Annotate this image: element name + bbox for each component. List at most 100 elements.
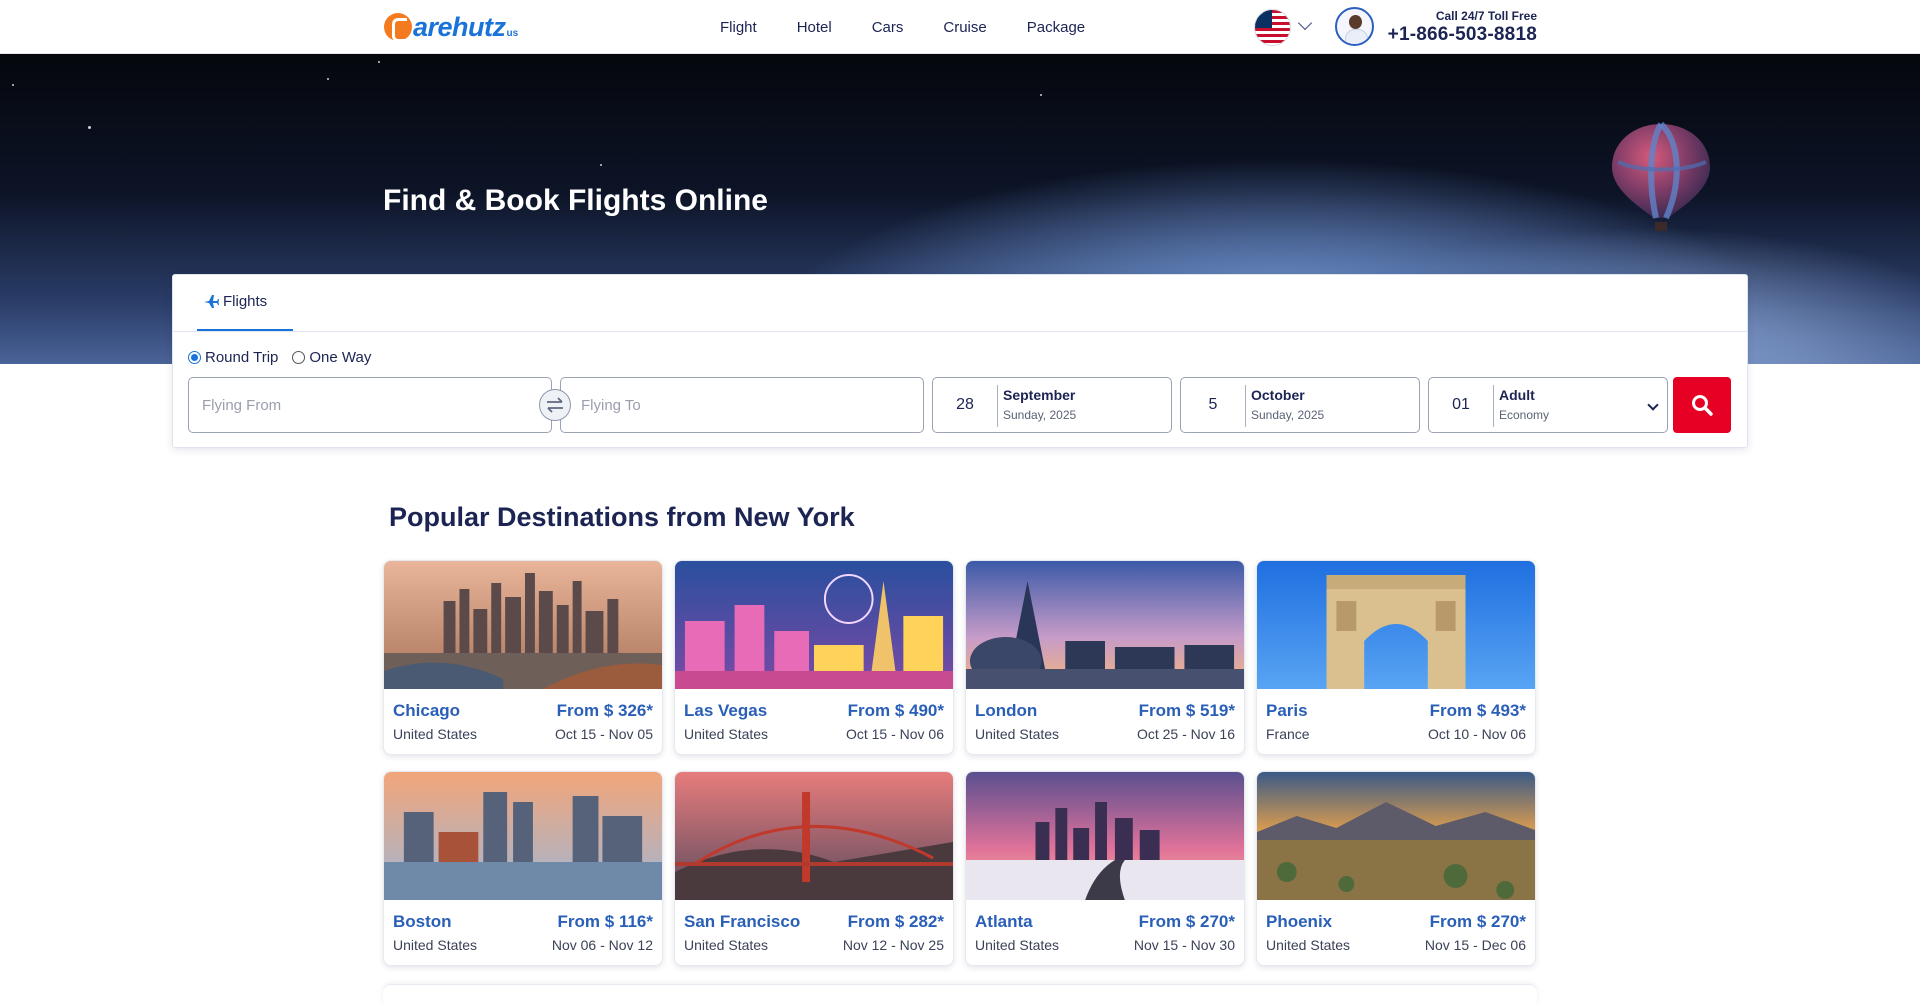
phoenix-desert-image [1257, 772, 1535, 900]
divider [1245, 385, 1246, 427]
destination-card-atlanta[interactable]: Atlanta From $ 270* United States Nov 15… [965, 771, 1245, 966]
travelers-select[interactable]: 01 Adult Economy [1428, 377, 1668, 433]
flying-to-field[interactable] [560, 377, 924, 433]
radio-selected-icon [188, 351, 201, 364]
card-country: United States [684, 726, 769, 742]
logo-text: arehutz [413, 11, 506, 42]
divider [1493, 385, 1494, 427]
card-dates: Oct 25 - Nov 16 [1136, 726, 1235, 742]
section-title: Popular Destinations from New York [389, 502, 855, 532]
call-number-link[interactable]: +1-866-503-8818 [1370, 24, 1537, 46]
site-logo[interactable]: arehutz us [384, 10, 518, 44]
star-decoration [327, 78, 329, 80]
star-decoration [12, 84, 14, 86]
card-city: Atlanta [975, 912, 1033, 931]
destination-card-boston[interactable]: Boston From $ 116* United States Nov 06 … [383, 771, 663, 966]
one-way-label: One Way [309, 349, 372, 366]
star-decoration [378, 61, 380, 63]
card-price: From $ 282* [847, 912, 944, 931]
round-trip-radio[interactable]: Round Trip [188, 349, 278, 366]
nav-flight[interactable]: Flight [700, 19, 777, 36]
card-country: United States [393, 937, 478, 953]
flying-to-input[interactable] [561, 378, 923, 432]
card-dates: Oct 15 - Nov 06 [845, 726, 944, 742]
destination-card-phoenix[interactable]: Phoenix From $ 270* United States Nov 15… [1256, 771, 1536, 966]
destination-card-paris[interactable]: Paris From $ 493* France Oct 10 - Nov 06 [1256, 560, 1536, 755]
hot-air-balloon-icon [1612, 122, 1710, 231]
card-city: Paris [1266, 701, 1308, 720]
star-decoration [600, 164, 602, 166]
destination-card-chicago[interactable]: Chicago From $ 326* United States Oct 15… [383, 560, 663, 755]
card-price: From $ 519* [1138, 701, 1235, 720]
destination-card-las-vegas[interactable]: Las Vegas From $ 490* United States Oct … [674, 560, 954, 755]
logo-suffix: us [506, 27, 519, 39]
depart-day: 28 [956, 396, 974, 413]
card-city: Phoenix [1266, 912, 1333, 931]
card-dates: Nov 15 - Dec 06 [1424, 937, 1526, 953]
search-icon [1692, 395, 1713, 416]
nav-cars[interactable]: Cars [852, 19, 924, 36]
card-dates: Nov 12 - Nov 25 [842, 937, 944, 953]
card-country: United States [975, 937, 1060, 953]
chevron-down-icon[interactable] [1297, 15, 1313, 31]
tab-flights-label: Flights [223, 293, 268, 310]
flying-from-field[interactable] [188, 377, 552, 433]
london-skyline-image [966, 561, 1244, 689]
card-price: From $ 270* [1429, 912, 1526, 931]
chevron-down-icon [1647, 399, 1659, 411]
card-dates: Nov 06 - Nov 12 [551, 937, 653, 953]
nav-package[interactable]: Package [1007, 19, 1105, 36]
hero-title: Find & Book Flights Online [383, 184, 768, 217]
boston-waterfront-image [384, 772, 662, 900]
return-month: October [1251, 387, 1305, 403]
site-header: arehutz us Flight Hotel Cars Cruise Pack… [0, 0, 1920, 54]
nav-hotel[interactable]: Hotel [777, 19, 852, 36]
trip-type-selector: Round Trip One Way [188, 349, 371, 366]
swap-locations-button[interactable] [539, 389, 571, 421]
card-price: From $ 326* [556, 701, 653, 720]
destination-card-san-francisco[interactable]: San Francisco From $ 282* United States … [674, 771, 954, 966]
depart-month: September [1003, 387, 1076, 403]
card-city: Chicago [393, 701, 461, 720]
card-country: France [1266, 726, 1310, 742]
card-country: United States [684, 937, 769, 953]
card-price: From $ 493* [1429, 701, 1526, 720]
next-row-partial [383, 984, 1537, 1004]
call-label: Call 24/7 Toll Free [1435, 9, 1537, 23]
arc-de-triomphe-image [1257, 561, 1535, 689]
support-agent-avatar [1335, 7, 1374, 46]
card-price: From $ 116* [557, 912, 653, 931]
card-country: United States [393, 726, 478, 742]
card-country: United States [975, 726, 1060, 742]
card-price: From $ 490* [847, 701, 944, 720]
atlanta-skyline-image [966, 772, 1244, 900]
star-decoration [1040, 94, 1042, 96]
nav-cruise[interactable]: Cruise [923, 19, 1006, 36]
card-dates: Oct 15 - Nov 05 [554, 726, 653, 742]
card-city: Las Vegas [684, 701, 768, 720]
card-dates: Oct 10 - Nov 06 [1427, 726, 1526, 742]
destination-card-london[interactable]: London From $ 519* United States Oct 25 … [965, 560, 1245, 755]
search-button[interactable] [1673, 377, 1731, 433]
divider [997, 385, 998, 427]
depart-date-field[interactable]: 28 September Sunday, 2025 [932, 377, 1172, 433]
traveler-count: 01 [1452, 396, 1470, 413]
las-vegas-strip-image [675, 561, 953, 689]
return-day: 5 [1208, 396, 1218, 413]
flight-search-panel: Flights Round Trip One Way 28 September … [172, 274, 1748, 448]
return-date-field[interactable]: 5 October Sunday, 2025 [1180, 377, 1420, 433]
chicago-skyline-image [384, 561, 662, 689]
swap-arrows-icon [547, 397, 563, 413]
card-dates: Nov 15 - Nov 30 [1133, 937, 1235, 953]
one-way-radio[interactable]: One Way [292, 349, 371, 366]
tab-flights[interactable]: Flights [197, 293, 293, 331]
main-nav: Flight Hotel Cars Cruise Package [700, 0, 1105, 54]
card-city: San Francisco [684, 912, 801, 931]
radio-unselected-icon [292, 351, 306, 364]
us-flag-icon[interactable] [1254, 9, 1291, 46]
airplane-icon [204, 295, 219, 308]
traveler-type: Adult [1499, 387, 1535, 403]
star-decoration [88, 126, 91, 129]
flying-from-input[interactable] [189, 378, 551, 432]
round-trip-label: Round Trip [205, 349, 279, 366]
